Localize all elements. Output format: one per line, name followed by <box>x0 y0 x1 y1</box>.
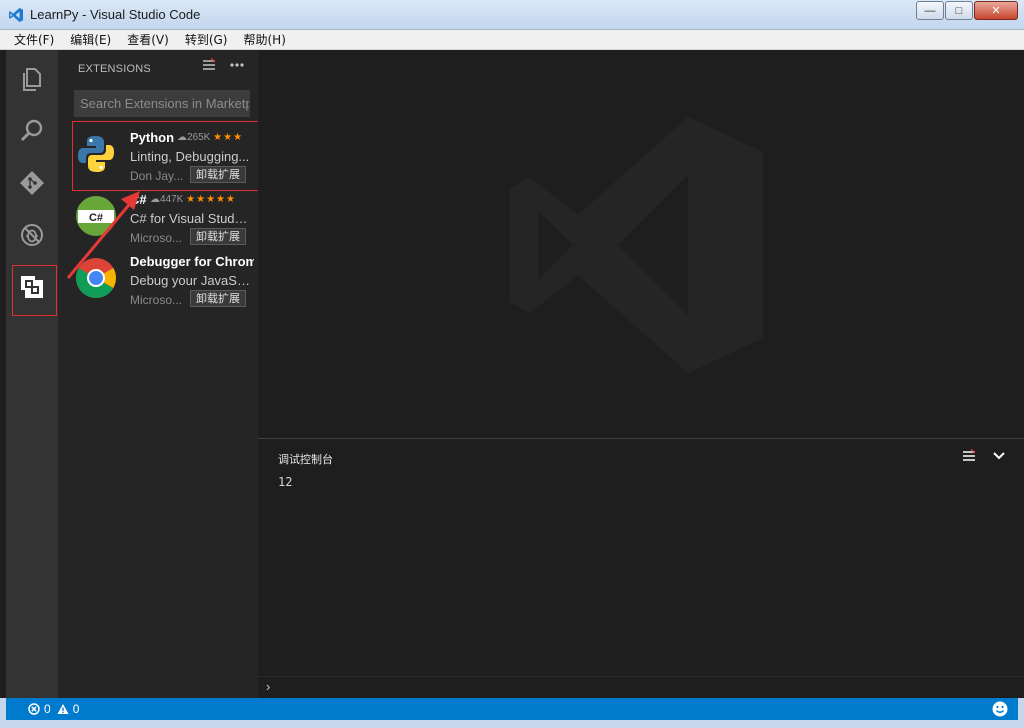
source-control-button[interactable] <box>6 157 58 209</box>
warning-icon <box>57 704 69 714</box>
panel-actions <box>962 449 1006 463</box>
vscode-watermark-icon <box>510 117 763 373</box>
minimize-button[interactable]: — <box>916 1 944 20</box>
extension-search-input[interactable] <box>75 91 249 116</box>
error-count: 0 <box>44 702 51 716</box>
extension-publisher: Microso... <box>130 293 183 307</box>
status-warnings[interactable]: 0 <box>57 702 80 716</box>
csharp-logo-icon: C# <box>76 196 116 236</box>
error-icon <box>28 703 40 715</box>
debug-icon <box>21 224 43 246</box>
sidebar-actions <box>202 58 244 72</box>
uninstall-button[interactable]: 卸载扩展 <box>190 290 246 307</box>
extension-description: Debug your JavaSc... <box>130 273 250 288</box>
git-icon <box>20 171 44 195</box>
chevron-down-icon[interactable] <box>992 451 1006 461</box>
debug-console-panel: 调试控制台 12 › <box>258 438 1024 698</box>
close-button[interactable]: ✕ <box>974 1 1018 20</box>
window-frame-bottom <box>0 720 1024 728</box>
menu-goto[interactable]: 转到(G) <box>177 31 236 48</box>
extension-name: Debugger for Chrome <box>130 254 254 269</box>
download-count: 447K <box>160 194 184 205</box>
extension-item-csharp[interactable]: C# C# ☁447K ★★★★★ C# for Visual Studio..… <box>70 186 258 248</box>
chrome-logo-icon <box>76 258 116 298</box>
python-highlight-box <box>72 121 265 191</box>
title-bar: LearnPy - Visual Studio Code — □ ✕ <box>0 0 1024 30</box>
status-errors[interactable]: 0 <box>28 702 51 716</box>
panel-title: 调试控制台 <box>278 453 333 466</box>
extension-description: C# for Visual Studio... <box>130 211 250 226</box>
explorer-button[interactable] <box>6 53 58 105</box>
clear-extensions-icon[interactable] <box>202 58 216 72</box>
search-button[interactable] <box>6 105 58 157</box>
window-title: LearnPy - Visual Studio Code <box>30 7 201 22</box>
menu-edit[interactable]: 编辑(E) <box>62 31 119 48</box>
debug-button[interactable] <box>6 209 58 261</box>
rating-stars: ★★★★★ <box>186 194 236 205</box>
console-output: 12 <box>278 475 293 489</box>
workbench: EXTENSIONS Pyth <box>0 50 1024 698</box>
warning-count: 0 <box>72 702 80 716</box>
window-controls: — □ ✕ <box>915 1 1018 20</box>
svg-text:C#: C# <box>89 212 103 224</box>
console-input[interactable]: › <box>258 676 1024 698</box>
extension-name: C# <box>130 192 147 207</box>
extension-publisher: Microso... <box>130 231 183 245</box>
menu-file[interactable]: 文件(F) <box>6 31 62 48</box>
menu-view[interactable]: 查看(V) <box>119 31 177 48</box>
more-actions-icon[interactable] <box>230 63 244 67</box>
search-icon <box>20 119 43 142</box>
uninstall-button[interactable]: 卸载扩展 <box>190 228 246 245</box>
extension-search-box <box>74 90 250 117</box>
menu-help[interactable]: 帮助(H) <box>235 31 293 48</box>
feedback-smiley-icon[interactable] <box>992 701 1008 717</box>
explorer-icon <box>23 68 41 91</box>
maximize-button[interactable]: □ <box>945 1 973 20</box>
console-prompt: › <box>266 679 271 694</box>
vscode-logo-icon <box>9 8 23 22</box>
sidebar-title: EXTENSIONS <box>78 63 151 75</box>
status-bar: 0 0 <box>6 698 1018 720</box>
extension-item-chrome-debugger[interactable]: Debugger for Chrome Debug your JavaSc...… <box>70 248 258 310</box>
editor-area[interactable] <box>258 50 1024 438</box>
extensions-highlight-box <box>12 265 57 316</box>
extension-downloads: ☁447K ★★★★★ <box>150 194 236 205</box>
activity-bar <box>6 50 58 698</box>
clear-console-icon[interactable] <box>962 449 976 463</box>
menu-bar: 文件(F) 编辑(E) 查看(V) 转到(G) 帮助(H) <box>0 30 1024 50</box>
